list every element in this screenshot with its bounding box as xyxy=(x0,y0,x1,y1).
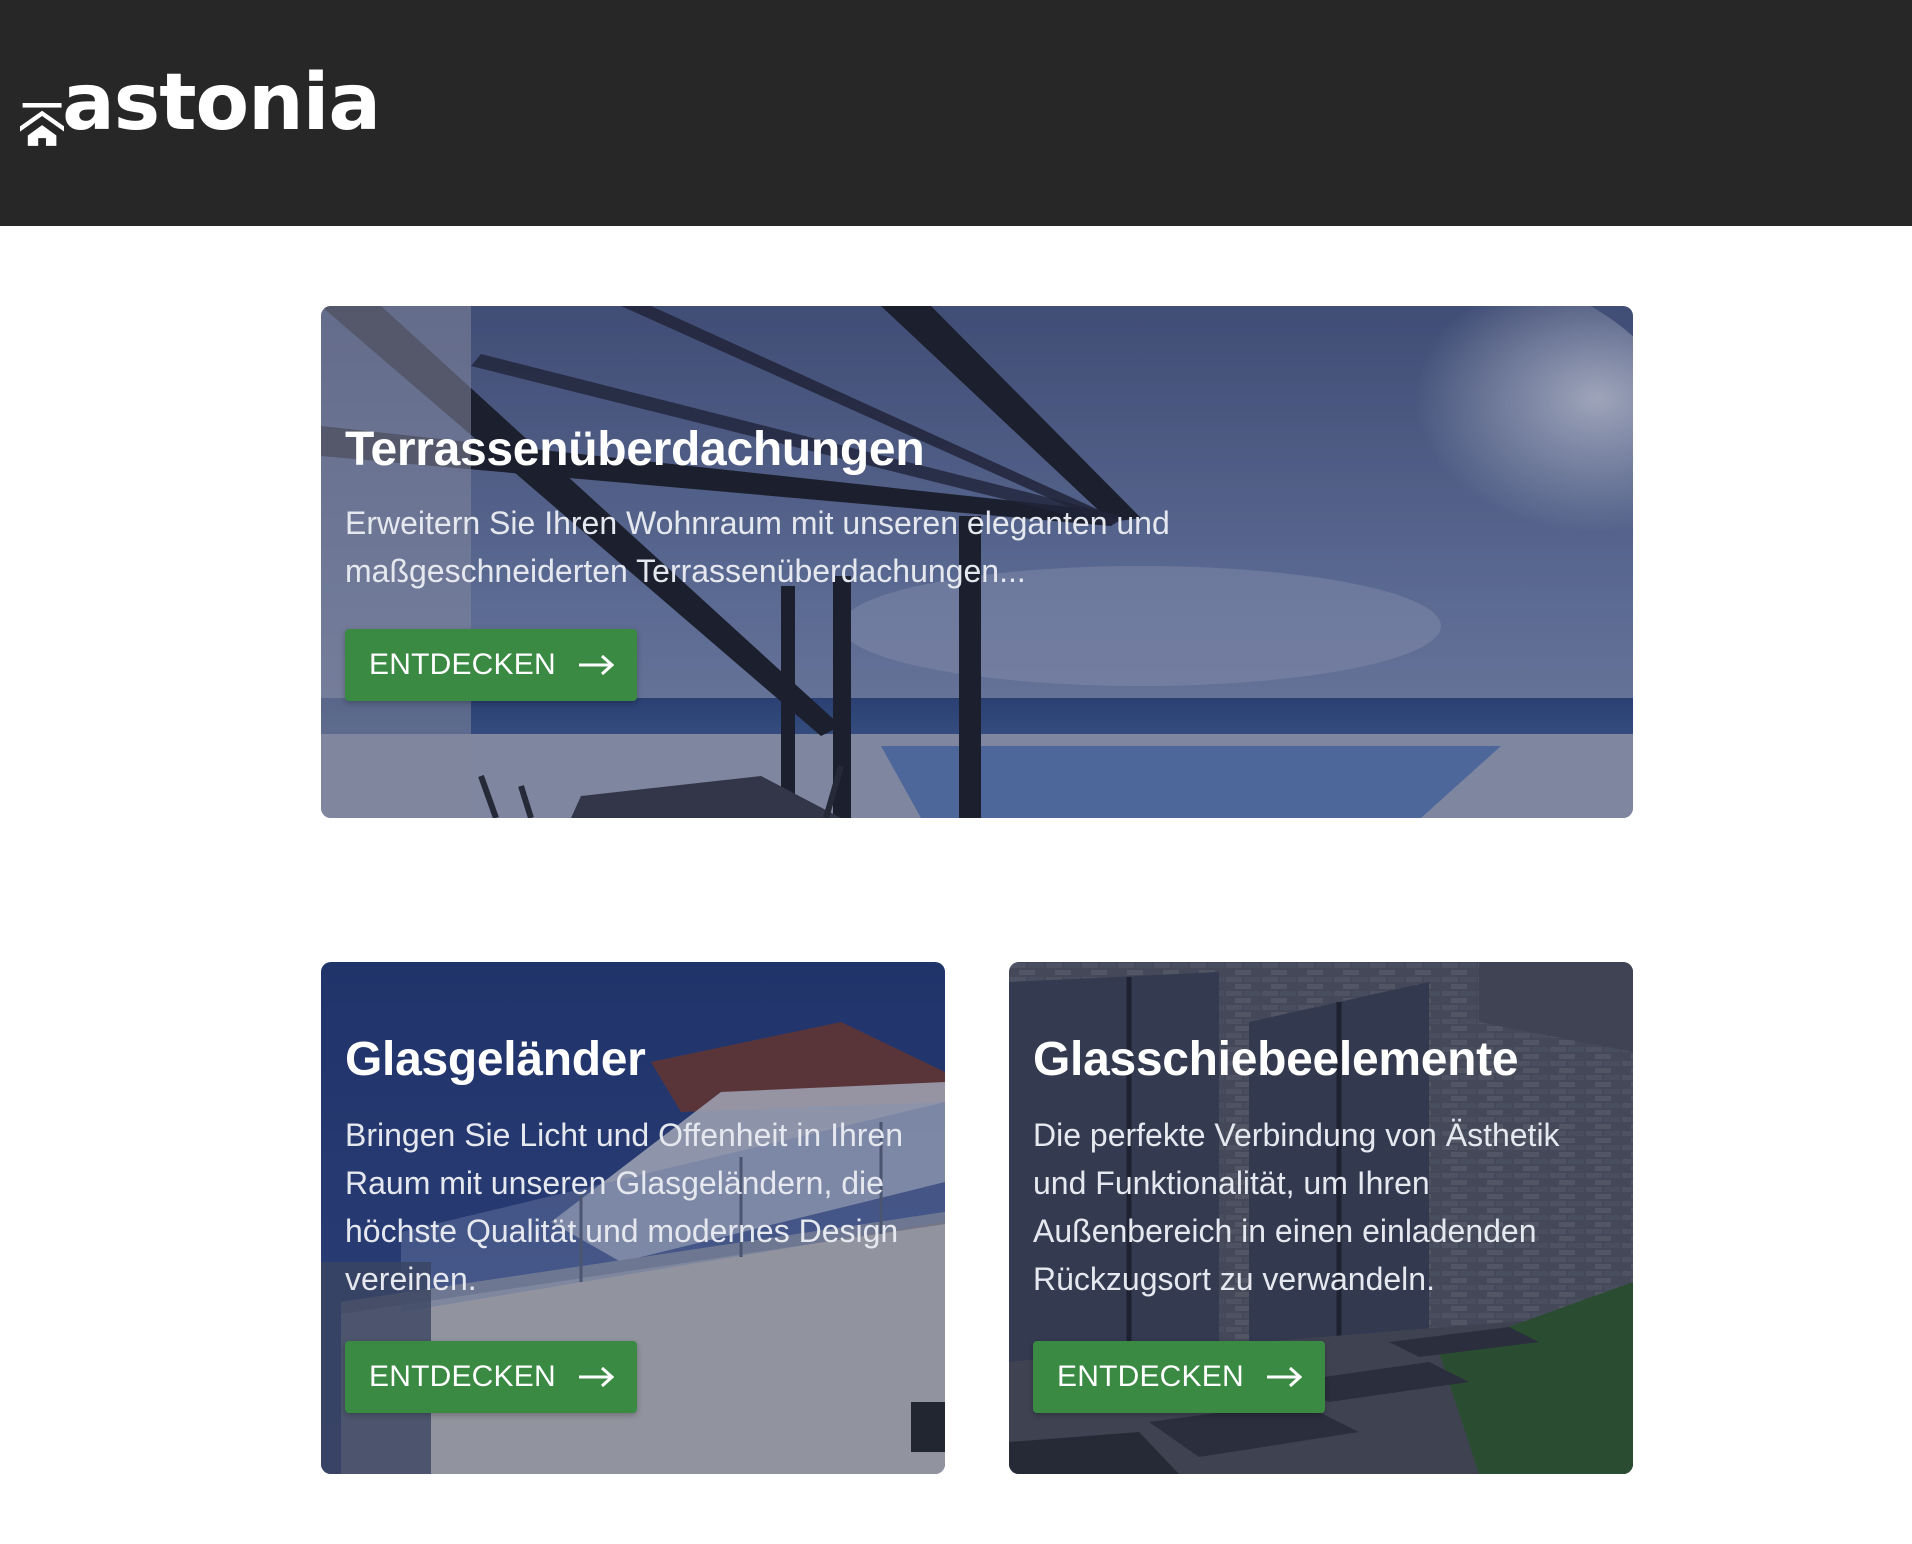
card-content: Terrassenüberdachungen Erweitern Sie Ihr… xyxy=(345,423,1609,701)
discover-button-label: ENTDECKEN xyxy=(369,1359,556,1393)
card-title: Glasschiebeelemente xyxy=(1033,1033,1519,1086)
discover-button[interactable]: ENTDECKEN xyxy=(345,628,637,701)
arrow-right-icon xyxy=(578,1366,614,1387)
card-glass-sliding[interactable]: Glasschiebeelemente Die perfekte Verbind… xyxy=(1009,962,1633,1474)
arrow-right-icon xyxy=(1266,1366,1302,1387)
discover-button[interactable]: ENTDECKEN xyxy=(1033,1340,1325,1413)
card-glass-railing[interactable]: Glasgeländer Bringen Sie Licht und Offen… xyxy=(321,962,945,1474)
card-description: Erweitern Sie Ihren Wohnraum mit unseren… xyxy=(345,504,1170,589)
card-description: Bringen Sie Licht und Offenheit in Ihren… xyxy=(345,1116,903,1297)
card-title: Terrassenüberdachungen xyxy=(345,423,925,476)
discover-button-label: ENTDECKEN xyxy=(1057,1359,1244,1393)
site-header: astonia xyxy=(0,0,1912,226)
card-description: Die perfekte Verbindung von Ästhetik und… xyxy=(1033,1116,1560,1297)
discover-button[interactable]: ENTDECKEN xyxy=(345,1340,637,1413)
roof-house-icon xyxy=(20,103,65,146)
logo-wordmark: astonia xyxy=(62,58,381,148)
arrow-right-icon xyxy=(578,654,614,675)
logo[interactable]: astonia xyxy=(20,58,381,162)
card-content: Glasgeländer Bringen Sie Licht und Offen… xyxy=(345,1033,921,1413)
card-terrace-roofing[interactable]: Terrassenüberdachungen Erweitern Sie Ihr… xyxy=(321,306,1633,818)
card-content: Glasschiebeelemente Die perfekte Verbind… xyxy=(1033,1033,1609,1413)
card-title: Glasgeländer xyxy=(345,1033,646,1086)
discover-button-label: ENTDECKEN xyxy=(369,647,556,681)
